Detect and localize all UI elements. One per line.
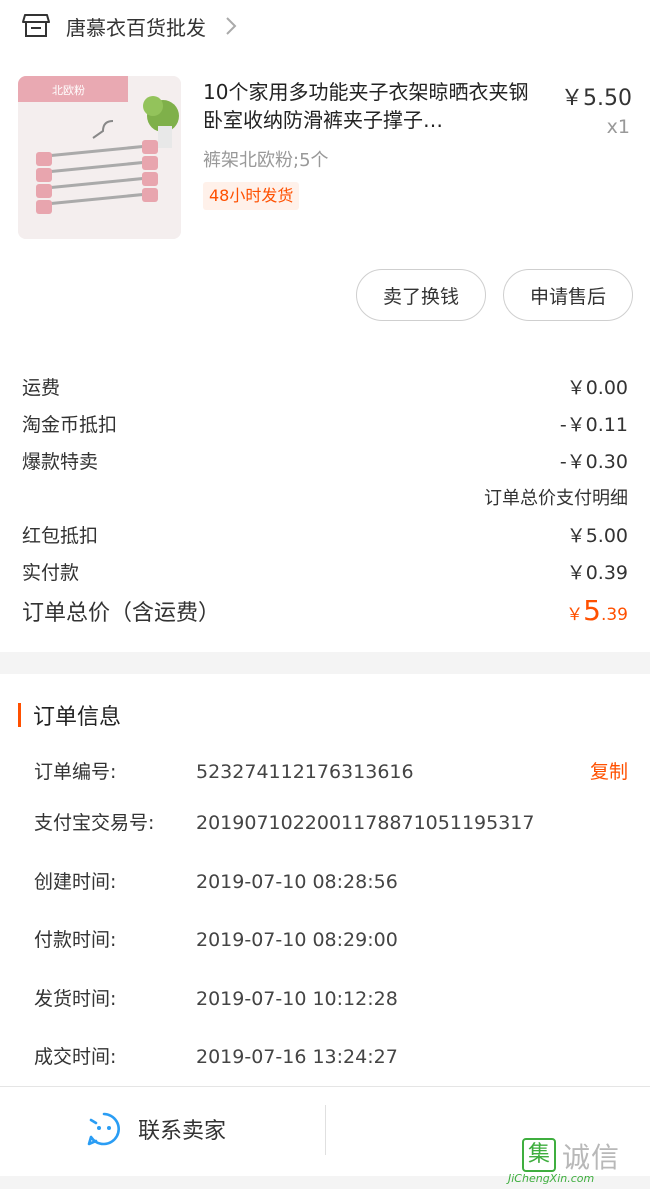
total-decimal: .39 bbox=[600, 605, 628, 625]
aftersale-button[interactable]: 申请售后 bbox=[503, 269, 633, 321]
product-price: ￥5.50 bbox=[561, 86, 632, 111]
shop-header[interactable]: 唐慕衣百货批发 bbox=[0, 0, 650, 52]
fee-value: ￥0.39 bbox=[566, 562, 628, 584]
info-row-completed: 成交时间: 2019-07-16 13:24:27 bbox=[34, 1044, 628, 1070]
order-info-header: 订单信息 bbox=[18, 700, 121, 730]
contact-seller-label: 联系卖家 bbox=[138, 1119, 227, 1144]
bottom-divider bbox=[325, 1105, 326, 1155]
order-info-title: 订单信息 bbox=[33, 705, 122, 730]
product-thumbnail[interactable]: 北欧粉 bbox=[18, 76, 181, 239]
fee-row-coin: 淘金币抵扣 -￥0.11 bbox=[22, 410, 628, 437]
payment-detail-link[interactable]: 订单总价支付明细 bbox=[484, 484, 628, 510]
fee-label: 红包抵扣 bbox=[22, 525, 99, 547]
info-row-paid: 付款时间: 2019-07-10 08:29:00 bbox=[34, 927, 628, 953]
contact-seller-button[interactable]: 联系卖家 bbox=[86, 1111, 226, 1147]
fee-label: 爆款特卖 bbox=[22, 451, 99, 473]
fee-row-redpacket: 红包抵扣 ￥5.00 bbox=[22, 521, 628, 548]
watermark-url: JiChengXin.com bbox=[508, 1172, 595, 1185]
fee-row-paid: 实付款 ￥0.39 bbox=[22, 558, 628, 585]
fee-label: 运费 bbox=[22, 377, 61, 399]
product-quantity: x1 bbox=[606, 116, 630, 138]
chevron-right-icon bbox=[226, 17, 237, 35]
fee-value: ￥5.00 bbox=[566, 525, 628, 547]
info-label: 支付宝交易号: bbox=[34, 812, 155, 834]
total-price: ￥5.39 bbox=[566, 594, 628, 627]
info-label: 订单编号: bbox=[34, 761, 117, 783]
info-row-created: 创建时间: 2019-07-10 08:28:56 bbox=[34, 869, 628, 895]
info-label: 创建时间: bbox=[34, 871, 117, 893]
info-row-shipped: 发货时间: 2019-07-10 10:12:28 bbox=[34, 986, 628, 1012]
resell-button[interactable]: 卖了换钱 bbox=[356, 269, 486, 321]
info-value: 2019071022001178871051195317 bbox=[196, 812, 535, 834]
info-value: 2019-07-10 08:28:56 bbox=[196, 871, 398, 893]
thumb-label: 北欧粉 bbox=[52, 84, 85, 97]
fee-value: ￥0.00 bbox=[566, 377, 628, 399]
info-label: 付款时间: bbox=[34, 929, 117, 951]
fee-value: -￥0.30 bbox=[559, 451, 628, 473]
total-integer: 5 bbox=[583, 594, 601, 627]
chat-face-icon bbox=[87, 1112, 120, 1146]
watermark: 集 诚信 JiChengXin.com bbox=[508, 1138, 642, 1186]
product-sku: 裤架北欧粉;5个 bbox=[203, 150, 329, 171]
store-icon bbox=[22, 14, 50, 37]
total-currency: ￥ bbox=[566, 605, 584, 625]
watermark-logo: 集 bbox=[522, 1138, 556, 1172]
watermark-text: 诚信 bbox=[562, 1141, 621, 1174]
copy-button[interactable]: 复制 bbox=[590, 759, 628, 785]
fee-label: 实付款 bbox=[22, 562, 80, 584]
info-value: 2019-07-10 10:12:28 bbox=[196, 988, 398, 1010]
accent-bar bbox=[18, 703, 21, 727]
info-label: 成交时间: bbox=[34, 1046, 117, 1068]
info-value: 523274112176313616 bbox=[196, 761, 414, 783]
fee-row-promo: 爆款特卖 -￥0.30 bbox=[22, 447, 628, 474]
shop-name: 唐慕衣百货批发 bbox=[66, 15, 206, 40]
order-total-row: 订单总价（含运费） ￥5.39 bbox=[22, 594, 628, 627]
info-value: 2019-07-16 13:24:27 bbox=[196, 1046, 398, 1068]
total-label: 订单总价（含运费） bbox=[22, 601, 221, 626]
fee-row-shipping: 运费 ￥0.00 bbox=[22, 373, 628, 400]
fee-value: -￥0.11 bbox=[559, 414, 628, 436]
product-image: 北欧粉 bbox=[18, 76, 181, 239]
product-item[interactable]: 北欧粉 10个家用多功能夹子衣架晾晒衣夹钢卧室收纳防滑裤夹子撑子… ￥5.50 … bbox=[0, 72, 650, 252]
section-divider bbox=[0, 652, 650, 674]
shipping-badge: 48小时发货 bbox=[203, 182, 300, 210]
info-label: 发货时间: bbox=[34, 988, 117, 1010]
info-row-alipay-number: 支付宝交易号: 2019071022001178871051195317 bbox=[34, 810, 628, 836]
product-title[interactable]: 10个家用多功能夹子衣架晾晒衣夹钢卧室收纳防滑裤夹子撑子… bbox=[203, 78, 543, 134]
info-row-order-number: 订单编号: 523274112176313616 复制 bbox=[34, 759, 628, 785]
info-value: 2019-07-10 08:29:00 bbox=[196, 929, 398, 951]
fee-label: 淘金币抵扣 bbox=[22, 414, 118, 436]
